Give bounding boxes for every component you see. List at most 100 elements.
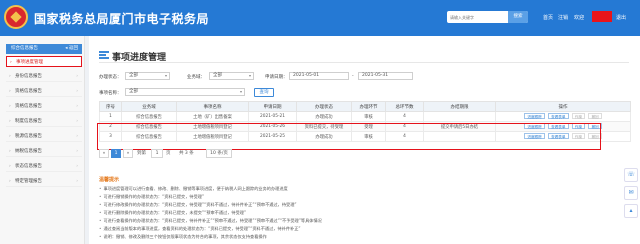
- sidebar-item-qualification-2[interactable]: 资格信息报告›: [6, 101, 82, 112]
- cell-name: 土地（矿）出售备案: [176, 111, 249, 122]
- page-unit: 页: [166, 151, 171, 156]
- table-header: 序号 业务域 事项名称 申请日期 办理状态 办理环节 总环节数 办结期限 操作: [99, 101, 631, 112]
- search-input[interactable]: [450, 13, 505, 21]
- cell-status: 办理成功: [296, 111, 352, 122]
- page-size-select[interactable]: 10 条/页: [206, 149, 232, 158]
- sidebar-item-special[interactable]: 特定管理报告›: [6, 176, 82, 187]
- page-number-current[interactable]: 1: [111, 149, 121, 158]
- cell-deadline: [423, 131, 496, 142]
- table-row: 1 综合信息报告 土地（矿）出售备案 2021-05-21 办理成功 审核 4 …: [99, 111, 631, 122]
- cell-deadline: 提交申请后5日办结: [423, 121, 496, 132]
- goto-label: 到第: [137, 151, 146, 156]
- void-button[interactable]: 作废: [571, 123, 586, 129]
- col-header: 序号: [99, 101, 122, 112]
- col-header: 操作: [495, 101, 631, 112]
- item-name-select[interactable]: 全部: [125, 88, 245, 96]
- tip-line: 事项进度管理可以进行查看、修改、删除、撤销等事项进度，便于纳税人网上跟踪的业务的…: [99, 186, 287, 192]
- item-name-label: 事项名称：: [99, 91, 122, 96]
- chevron-right-icon: ›: [76, 149, 78, 154]
- top-header: 国家税务总局厦门市电子税务局 搜索 首页 注销 欢迎 退出: [0, 0, 640, 36]
- cell-actions: 进度跟踪 查看表单 作废 撤回: [495, 121, 631, 132]
- total-count: 共 3 条: [179, 151, 194, 156]
- cell-actions: 进度跟踪 查看表单 作废 撤回: [495, 131, 631, 142]
- cell-total: 4: [385, 131, 424, 142]
- chat-icon[interactable]: ✉: [624, 186, 638, 200]
- back-button[interactable]: ◂ 返回: [65, 44, 78, 54]
- date-to-input[interactable]: 2021-05-31: [358, 72, 413, 80]
- sidebar-item-tax-source[interactable]: 税源信息报告›: [6, 131, 82, 142]
- cell-total: 4: [385, 111, 424, 122]
- cell-status: 资料已提交，待受理: [296, 121, 352, 132]
- sidebar-item-progress[interactable]: 事项进度管理: [6, 56, 82, 68]
- sidebar-item-status[interactable]: 状态信息报告›: [6, 161, 82, 172]
- business-select[interactable]: 全部: [209, 72, 254, 80]
- customer-service-icon[interactable]: ☏: [624, 168, 638, 182]
- logout-link[interactable]: 注销: [558, 14, 568, 21]
- col-header: 申请日期: [248, 101, 297, 112]
- sidebar: 综合信息报告 ◂ 返回 事项进度管理 身份信息报告› 资格信息报告› 资格信息报…: [0, 36, 85, 244]
- col-header: 办理状态: [296, 101, 352, 112]
- sidebar-item-identity[interactable]: 身份信息报告›: [6, 71, 82, 82]
- goto-page-input[interactable]: 1: [151, 149, 163, 158]
- cell-actions: 进度跟踪 查看表单 作废 撤回: [495, 111, 631, 122]
- tip-line: 可进行修改操作的办理状态为：“资料已提交，待受理”“资料不通过，待补件补正”“预…: [99, 202, 296, 208]
- cell-total: 4: [385, 121, 424, 132]
- cell-no: 1: [99, 111, 122, 122]
- business-label: 业务域：: [187, 75, 205, 80]
- view-form-button[interactable]: 查看表单: [548, 123, 569, 129]
- cell-status: 办理成功: [296, 131, 352, 142]
- chevron-right-icon: ›: [76, 89, 78, 94]
- void-button[interactable]: 作废: [571, 113, 586, 119]
- cell-domain: 综合信息报告: [121, 131, 177, 142]
- cell-date: 2021-05-26: [248, 121, 297, 132]
- sidebar-item-qualification[interactable]: 资格信息报告›: [6, 86, 82, 97]
- status-select[interactable]: 全部: [125, 72, 170, 80]
- void-button[interactable]: 作废: [571, 133, 586, 139]
- tax-emblem-icon: [4, 5, 28, 29]
- exit-link[interactable]: 退出: [616, 14, 626, 21]
- col-header: 事项名称: [176, 101, 249, 112]
- chevron-right-icon: ›: [76, 134, 78, 139]
- prev-page-button[interactable]: «: [99, 149, 109, 158]
- status-label: 办理状态：: [99, 75, 122, 80]
- chevron-right-icon: ›: [76, 164, 78, 169]
- date-from-input[interactable]: 2021-05-01: [289, 72, 349, 80]
- date-separator: -: [352, 74, 354, 79]
- col-header: 业务域: [121, 101, 177, 112]
- sidebar-item-tax-payment[interactable]: 纳税信息报告›: [6, 146, 82, 157]
- list-icon: [99, 51, 109, 59]
- search-button[interactable]: 搜索: [508, 11, 528, 23]
- tip-line: 可进行查看操作的办理状态为：“资料已提交，待补件补正”“预审不通过，待受理”“预…: [99, 218, 321, 224]
- tip-line: 通过查阅当前版本的事项进度，查看资料的处理状态为：“资料已提交，待受理”“资料不…: [99, 226, 300, 232]
- view-form-button[interactable]: 查看表单: [548, 133, 569, 139]
- query-button[interactable]: 查询: [254, 88, 274, 97]
- track-progress-button[interactable]: 进度跟踪: [524, 133, 545, 139]
- col-header: 总环节数: [385, 101, 424, 112]
- cell-no: 3: [99, 131, 122, 142]
- view-form-button[interactable]: 查看表单: [548, 113, 569, 119]
- sidebar-item-system[interactable]: 制度信息报告›: [6, 116, 82, 127]
- user-name-redacted: [592, 11, 612, 22]
- home-link[interactable]: 首页: [543, 14, 553, 21]
- track-progress-button[interactable]: 进度跟踪: [524, 123, 545, 129]
- back-to-top-icon[interactable]: ▴: [624, 204, 638, 218]
- cell-step: 受理: [351, 121, 386, 132]
- withdraw-button[interactable]: 撤回: [588, 133, 602, 139]
- chevron-right-icon: ›: [76, 104, 78, 109]
- tips-title: 温馨提示: [99, 177, 120, 183]
- col-header: 办结期限: [423, 101, 496, 112]
- top-search-box: 搜索: [447, 11, 528, 23]
- cell-name: 土地增值税项目登记: [176, 131, 249, 142]
- next-page-button[interactable]: »: [123, 149, 133, 158]
- cell-name: 土地增值税项目登记: [176, 121, 249, 132]
- withdraw-button[interactable]: 撤回: [588, 113, 602, 119]
- sidebar-title: 综合信息报告: [11, 46, 38, 51]
- cell-step: 审核: [351, 131, 386, 142]
- cell-step: 审核: [351, 111, 386, 122]
- withdraw-button[interactable]: 撤回: [588, 123, 602, 129]
- cell-deadline: [423, 111, 496, 122]
- main-panel: 事项进度管理 办理状态： 全部 业务域： 全部 申请日期： 2021-05-01…: [89, 36, 640, 244]
- tip-line: 可进行撤销操作的办理状态为：“资料已提交，待受理”: [99, 194, 204, 200]
- track-progress-button[interactable]: 进度跟踪: [524, 113, 545, 119]
- col-header: 办理环节: [351, 101, 386, 112]
